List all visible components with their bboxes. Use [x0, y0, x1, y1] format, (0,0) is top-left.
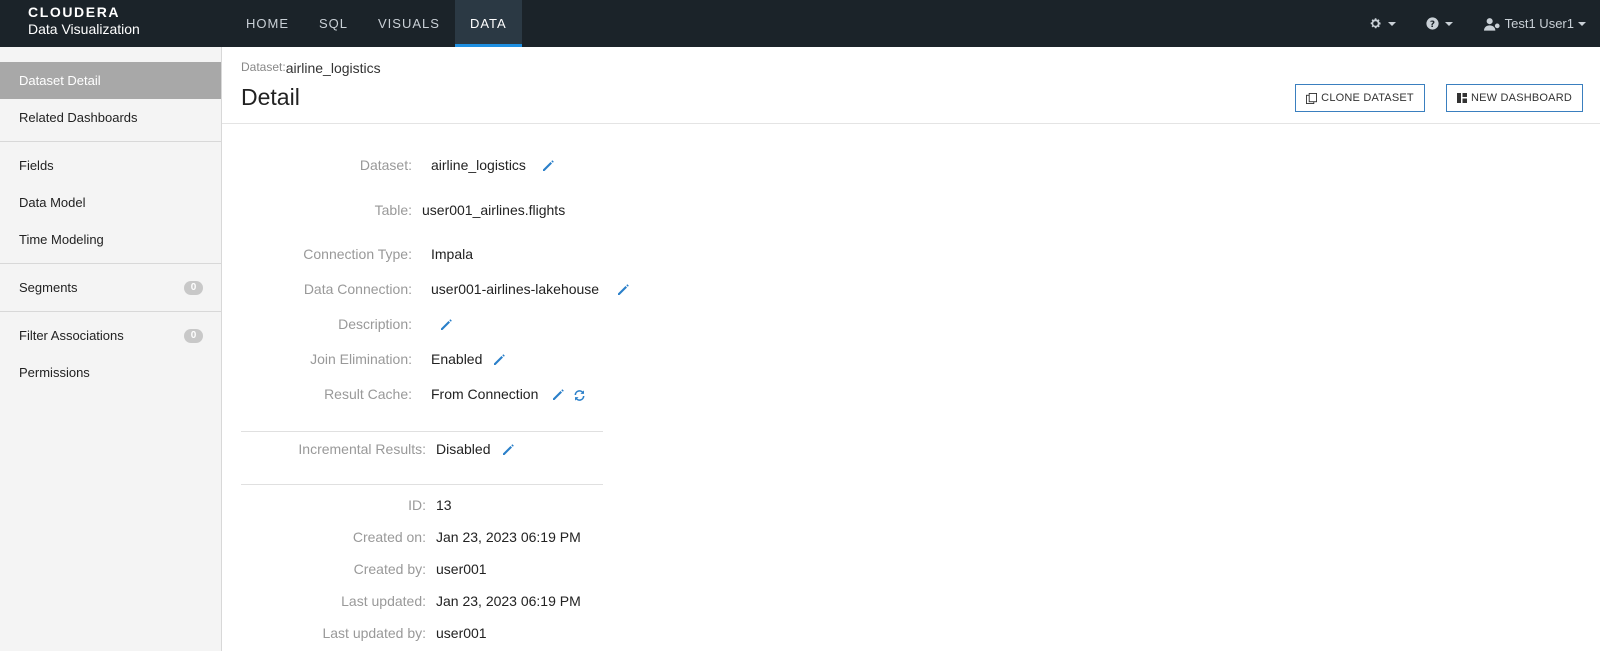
section-divider [241, 484, 603, 485]
sidebar-item-data-model[interactable]: Data Model [0, 184, 221, 221]
sidebar-item-label: Data Model [19, 195, 86, 210]
sidebar-item-fields[interactable]: Fields [0, 147, 221, 184]
join-elimination-value: Enabled [431, 351, 483, 367]
edit-incremental-results-icon[interactable] [502, 444, 514, 456]
breadcrumb-value: airline_logistics [285, 60, 381, 76]
copy-icon [1306, 92, 1318, 104]
user-name: Test1 User1 [1504, 16, 1574, 31]
header-divider [222, 123, 1600, 124]
edit-dataset-icon[interactable] [542, 160, 554, 172]
join-elimination-label: Join Elimination: [310, 351, 412, 367]
main-nav: HOME SQL VISUALS DATA [231, 0, 522, 47]
gear-icon [1370, 18, 1381, 29]
connection-type-value: Impala [431, 246, 474, 262]
count-badge: 0 [184, 329, 203, 343]
id-label: ID: [408, 497, 426, 513]
dataset-value: airline_logistics [431, 157, 526, 173]
sidebar-item-permissions[interactable]: Permissions [0, 354, 221, 391]
help-icon: ? [1426, 17, 1439, 30]
sidebar-item-label: Fields [19, 158, 54, 173]
sidebar-item-label: Segments [19, 280, 78, 295]
sidebar-divider [0, 141, 221, 142]
result-cache-label: Result Cache: [324, 386, 412, 402]
last-updated-value: Jan 23, 2023 06:19 PM [436, 593, 581, 609]
nav-home[interactable]: HOME [231, 0, 304, 47]
sidebar-divider [0, 311, 221, 312]
brand-logo[interactable]: CLOUDERA Data Visualization [28, 5, 140, 36]
sidebar-item-label: Related Dashboards [19, 110, 138, 125]
nav-sql[interactable]: SQL [304, 0, 363, 47]
last-updated-label: Last updated: [341, 593, 426, 609]
breadcrumb: Dataset: airline_logistics [241, 60, 381, 76]
svg-text:?: ? [1430, 20, 1435, 30]
refresh-icon[interactable] [573, 389, 586, 402]
sidebar-item-label: Permissions [19, 365, 90, 380]
chevron-down-icon [1444, 21, 1453, 26]
sidebar-item-filter-associations[interactable]: Filter Associations 0 [0, 317, 221, 354]
connection-type-label: Connection Type: [303, 246, 412, 262]
table-value: user001_airlines.flights [422, 202, 566, 218]
help-menu[interactable]: ? [1426, 17, 1453, 30]
count-badge: 0 [184, 281, 203, 295]
incremental-results-label: Incremental Results: [298, 441, 426, 457]
sidebar-item-label: Filter Associations [19, 328, 124, 343]
incremental-results-value: Disabled [436, 441, 491, 457]
breadcrumb-label: Dataset: [241, 60, 286, 74]
new-dashboard-button[interactable]: NEW DASHBOARD [1446, 84, 1583, 112]
table-label: Table: [374, 202, 412, 218]
data-connection-label: Data Connection: [303, 281, 412, 297]
chevron-down-icon [1387, 21, 1396, 26]
sidebar-item-label: Time Modeling [19, 232, 104, 247]
chevron-down-icon [1578, 21, 1586, 26]
created-by-label: Created by: [353, 561, 426, 577]
brand-product: Data Visualization [28, 21, 140, 37]
sidebar-item-label: Dataset Detail [19, 73, 101, 88]
settings-menu[interactable] [1369, 17, 1396, 30]
edit-description-icon[interactable] [440, 319, 452, 331]
edit-join-elimination-icon[interactable] [493, 354, 505, 366]
sidebar-item-related-dashboards[interactable]: Related Dashboards [0, 99, 221, 136]
last-updated-by-value: user001 [436, 625, 487, 641]
data-connection-value: user001-airlines-lakehouse [431, 281, 600, 297]
user-icon [1483, 17, 1500, 31]
sidebar: Dataset Detail Related Dashboards Fields… [0, 47, 222, 651]
clone-dataset-button[interactable]: CLONE DATASET [1295, 84, 1425, 112]
result-cache-value: From Connection [431, 386, 539, 402]
created-on-value: Jan 23, 2023 06:19 PM [436, 529, 581, 545]
edit-result-cache-icon[interactable] [552, 389, 564, 401]
dashboard-icon [1457, 93, 1467, 103]
sidebar-item-time-modeling[interactable]: Time Modeling [0, 221, 221, 258]
id-value: 13 [436, 497, 452, 513]
created-by-value: user001 [436, 561, 487, 577]
sidebar-item-segments[interactable]: Segments 0 [0, 269, 221, 306]
clone-dataset-label: CLONE DATASET [1321, 92, 1414, 104]
description-label: Description: [338, 316, 412, 332]
user-menu[interactable]: Test1 User1 [1483, 16, 1586, 31]
dataset-label: Dataset: [359, 157, 412, 173]
top-navbar: CLOUDERA Data Visualization HOME SQL VIS… [0, 0, 1600, 47]
new-dashboard-label: NEW DASHBOARD [1471, 92, 1572, 104]
sidebar-item-dataset-detail[interactable]: Dataset Detail [0, 62, 221, 99]
section-divider [241, 431, 603, 432]
top-right-menu: ? Test1 User1 [1369, 0, 1600, 47]
nav-visuals[interactable]: VISUALS [363, 0, 455, 47]
edit-data-connection-icon[interactable] [617, 284, 629, 296]
nav-data[interactable]: DATA [454, 0, 522, 47]
sidebar-divider [0, 263, 221, 264]
page-title: Detail [241, 84, 300, 110]
brand-name: CLOUDERA [28, 4, 121, 20]
created-on-label: Created on: [352, 529, 426, 545]
last-updated-by-label: Last updated by: [322, 625, 426, 641]
